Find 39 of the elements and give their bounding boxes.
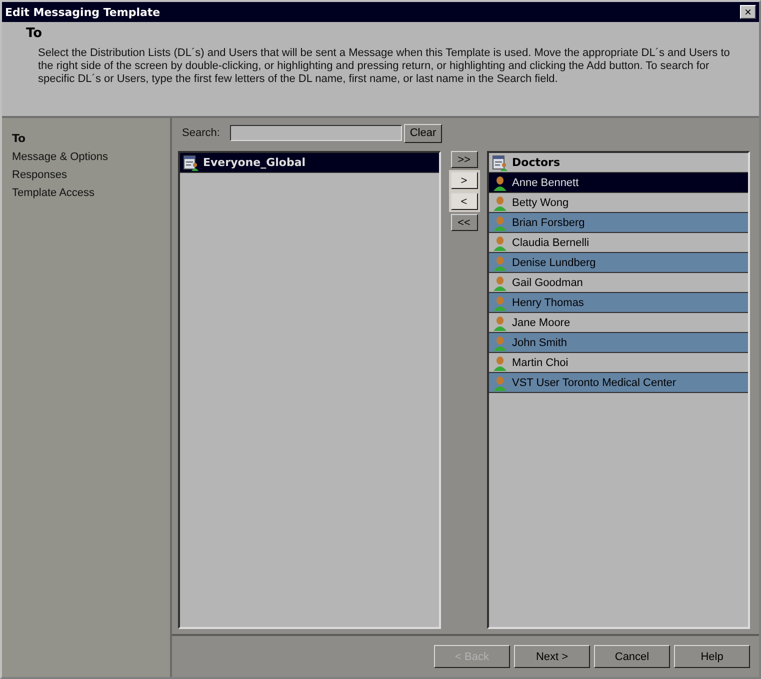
person-icon [492,174,508,190]
person-icon [492,214,508,230]
list-item[interactable]: Brian Forsberg [489,213,748,233]
person-icon [492,274,508,290]
instructions-text: Select the Distribution Lists (DL´s) and Users that will be sent a Message when this Template is used. Move the appropriate DL´s and Users to the right side of the screen by double-clicking, or highlighting and pressing return, or highlighting and clicking the Add button. To search for specific DL´s or Users, type the first few letters of the DL name, first name, or last name in the Search field. [37,47,731,86]
move-button[interactable]: < [450,193,478,210]
list-item[interactable]: Denise Lundberg [489,253,748,273]
person-icon [492,334,508,350]
sidebar-item[interactable]: To [2,130,170,148]
list-icon [183,154,199,170]
list-item[interactable]: Anne Bennett [489,173,748,193]
sidebar-item[interactable]: Template Access [2,184,170,202]
person-icon [492,374,508,390]
person-icon [492,294,508,310]
list-item[interactable]: Doctors [489,153,748,173]
close-button[interactable]: × [740,5,756,19]
list-item[interactable]: VST User Toronto Medical Center [489,373,748,393]
person-icon [492,314,508,330]
sidebar-item[interactable]: Responses [2,166,170,184]
list-item[interactable]: Henry Thomas [489,293,748,313]
footer-button[interactable]: Help [674,645,750,668]
list-icon [492,154,508,170]
list-item[interactable]: Everyone_Global [180,153,439,173]
person-icon [492,194,508,210]
window-title: Edit Messaging Template [5,6,160,18]
section-title: To [26,26,44,41]
move-button[interactable]: << [450,214,478,231]
move-button[interactable]: > [450,172,478,189]
footer-button[interactable]: Next > [514,645,590,668]
search-field[interactable] [230,125,402,141]
person-icon [492,254,508,270]
sidebar-item[interactable]: Message & Options [2,148,170,166]
person-icon [492,234,508,250]
person-icon [492,354,508,370]
search-label: Search: [182,127,221,139]
clear-button[interactable]: Clear [404,124,442,142]
list-item[interactable]: John Smith [489,333,748,353]
footer-button[interactable]: Cancel [594,645,670,668]
move-button[interactable]: >> [450,151,478,168]
